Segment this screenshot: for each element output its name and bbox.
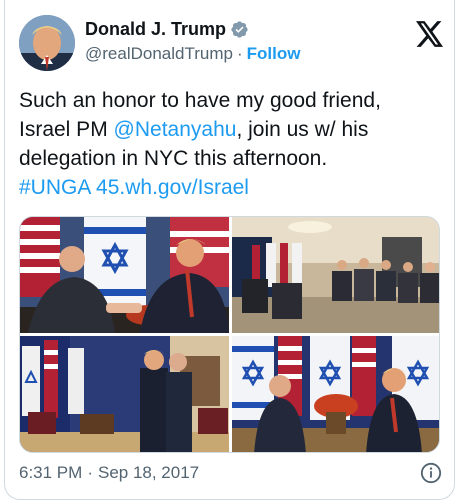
tweet-line: Such an honor to have my good friend, xyxy=(19,89,381,112)
photo-standing[interactable] xyxy=(20,336,229,452)
tweet-line: delegation in NYC this afternoon. xyxy=(19,147,328,170)
url-link[interactable]: 45.wh.gov/Israel xyxy=(96,176,249,199)
handle-separator: · xyxy=(236,44,243,63)
hashtag-link[interactable]: #UNGA xyxy=(19,176,90,199)
user-handle[interactable]: @realDonaldTrump xyxy=(85,44,233,64)
tweet-text-segment: Israel PM xyxy=(19,118,114,141)
tweet-line: Israel PM @Netanyahu, join us w/ his xyxy=(19,115,444,144)
mention-link[interactable]: @Netanyahu xyxy=(114,118,237,141)
user-names: Donald J. Trump @realDonaldTrump · Follo… xyxy=(85,19,300,64)
photo-handshake[interactable] xyxy=(20,217,229,333)
display-name[interactable]: Donald J. Trump xyxy=(85,19,226,40)
x-logo-icon[interactable] xyxy=(416,21,444,47)
photo-seated[interactable] xyxy=(232,336,439,452)
tweet-card: Donald J. Trump @realDonaldTrump · Follo… xyxy=(4,0,455,500)
info-icon[interactable] xyxy=(420,462,442,484)
verified-badge-icon xyxy=(231,21,248,38)
tweet-text: Such an honor to have my good friend, Is… xyxy=(19,86,444,202)
timestamp-separator: · xyxy=(87,463,93,482)
tweet-line: #UNGA 45.wh.gov/Israel xyxy=(19,173,444,202)
follow-button[interactable]: Follow xyxy=(247,44,301,64)
media-grid xyxy=(19,216,440,453)
tweet-time[interactable]: 6:31 PM xyxy=(19,463,82,483)
tweet-timestamp[interactable]: 6:31 PM · Sep 18, 2017 xyxy=(19,461,444,485)
avatar[interactable] xyxy=(19,15,75,71)
tweet-header: Donald J. Trump @realDonaldTrump · Follo… xyxy=(19,15,444,75)
tweet-text-segment: , join us w/ his xyxy=(236,118,369,141)
photo-meeting-room[interactable] xyxy=(232,217,439,333)
tweet-date[interactable]: Sep 18, 2017 xyxy=(98,463,199,483)
